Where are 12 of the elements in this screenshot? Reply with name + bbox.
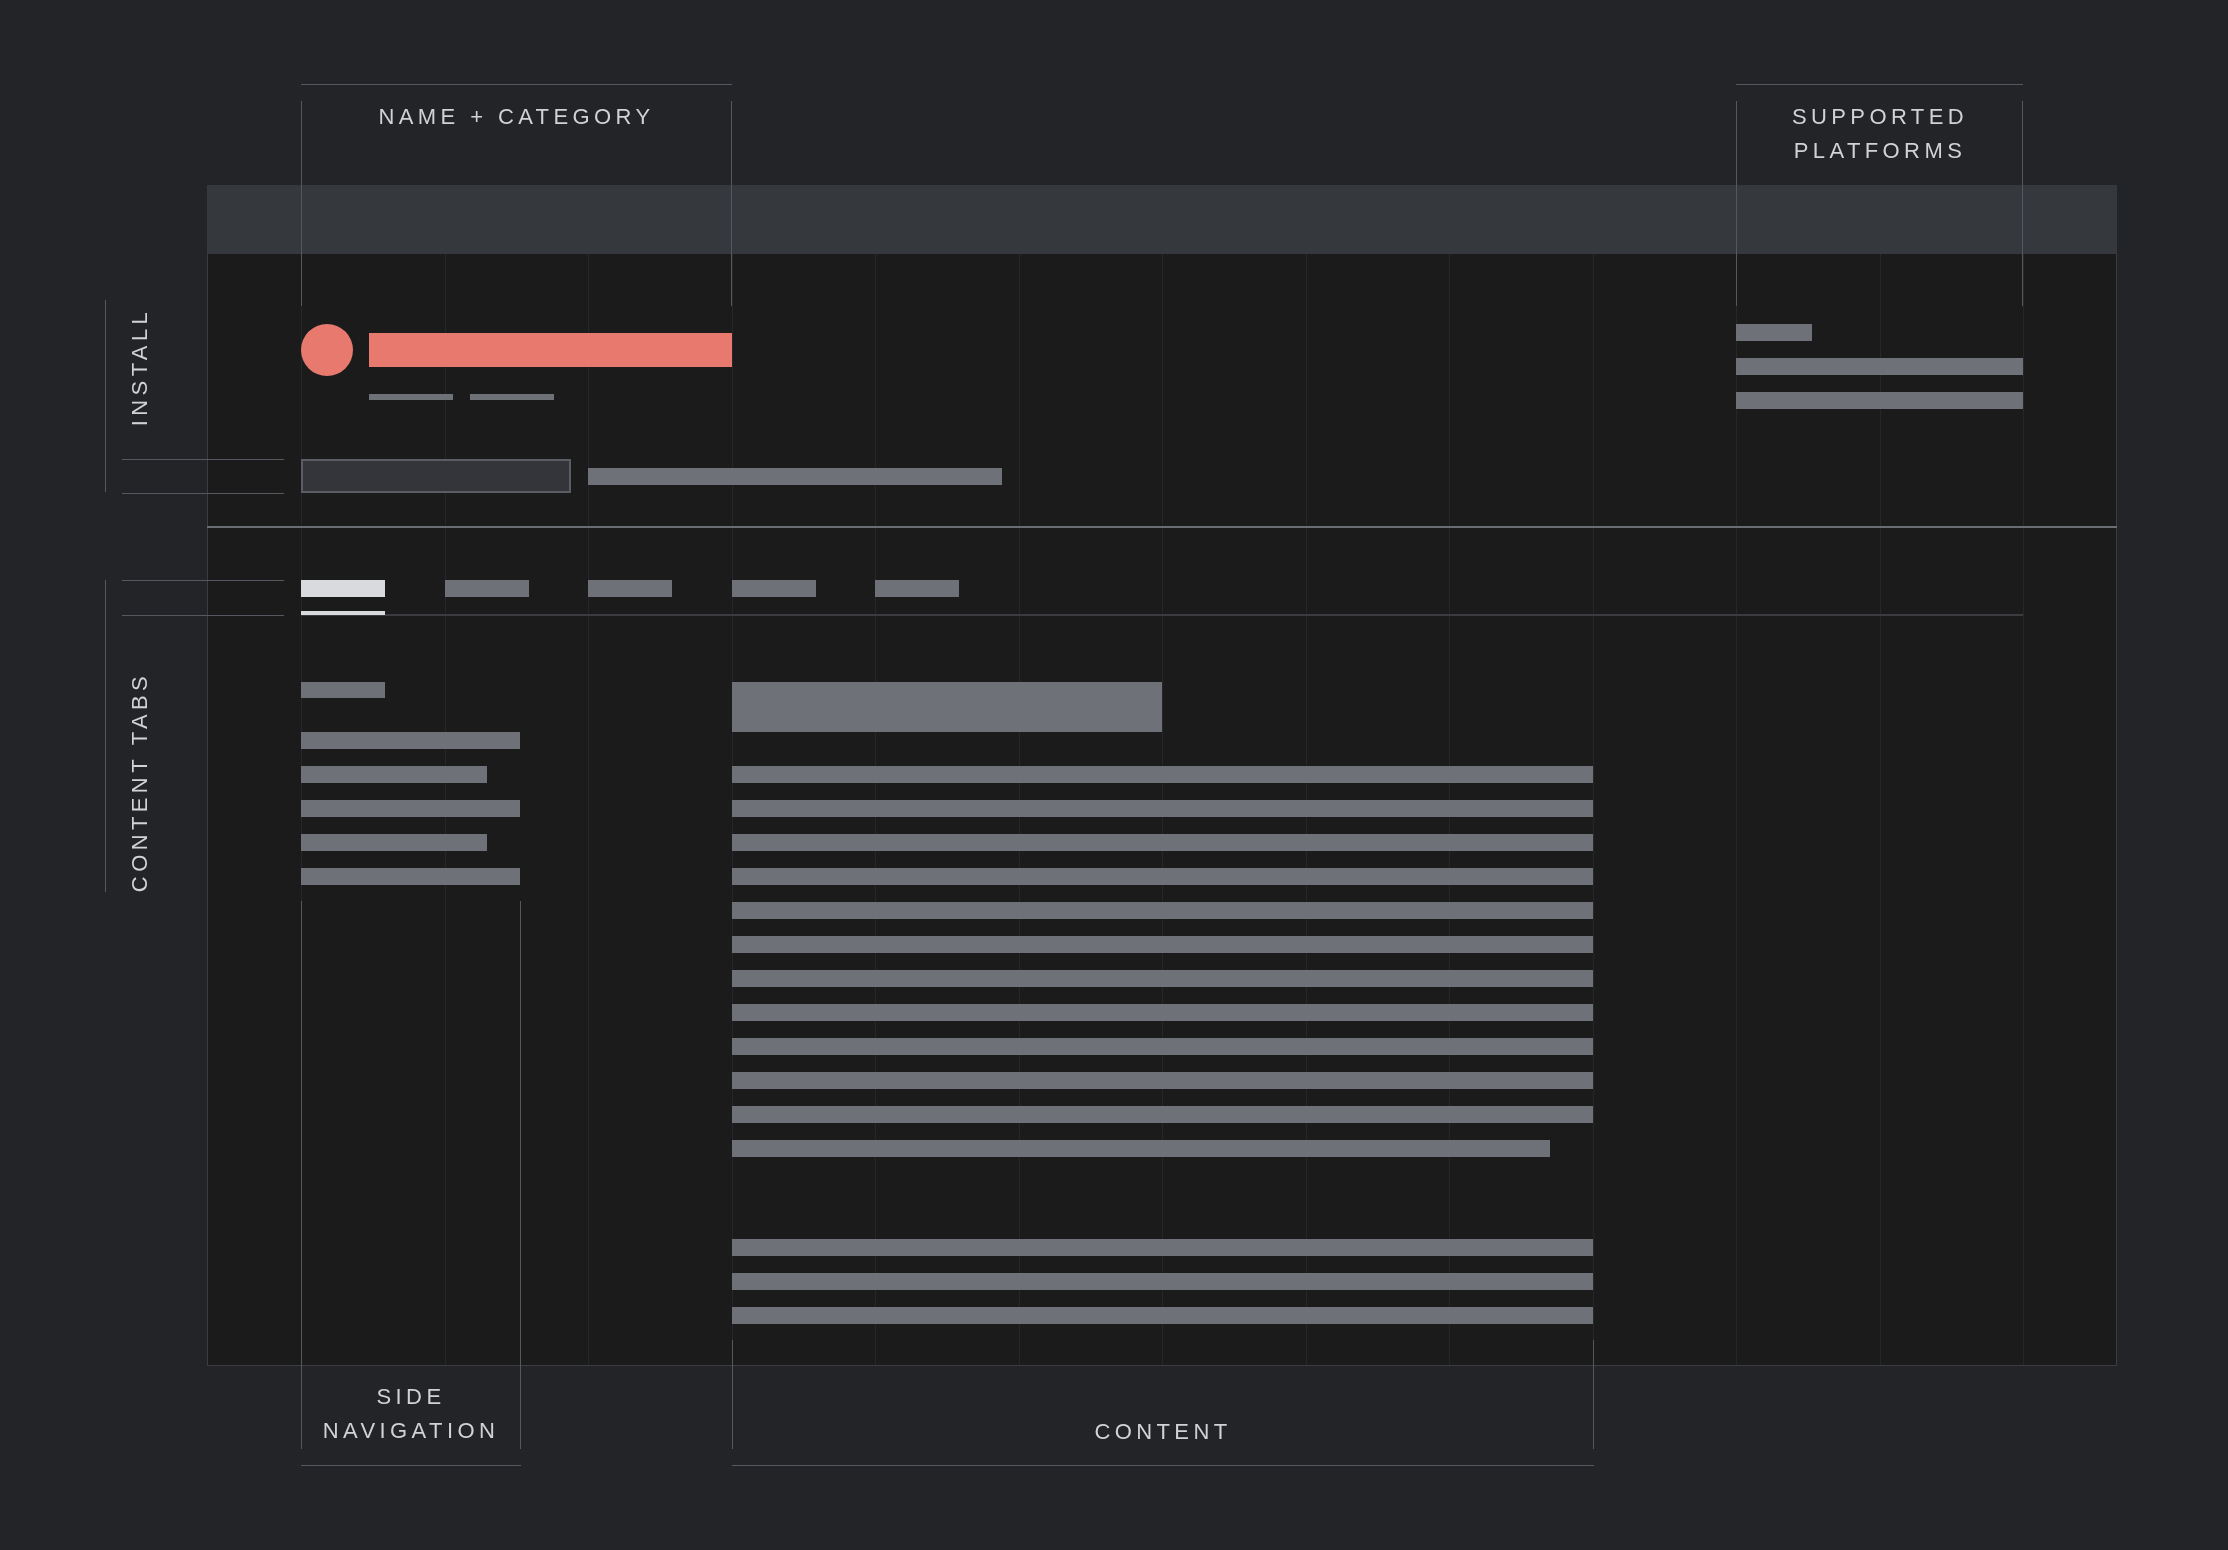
tab[interactable] [444, 580, 529, 597]
annotation-label: SUPPORTED PLATFORMS [1790, 103, 1970, 165]
tab[interactable] [875, 580, 959, 597]
annotation-label: CONTENT TABS [125, 671, 153, 893]
tab[interactable] [731, 580, 816, 597]
annotation-label: SIDE NAVIGATION [321, 1383, 501, 1445]
annotation-label: CONTENT [1093, 1418, 1233, 1446]
annotation-label: NAME + CATEGORY [377, 103, 656, 131]
install-button[interactable] [301, 459, 571, 493]
annotation-label: INSTALL [125, 307, 153, 427]
tab[interactable] [301, 580, 385, 597]
tab[interactable] [588, 580, 672, 597]
